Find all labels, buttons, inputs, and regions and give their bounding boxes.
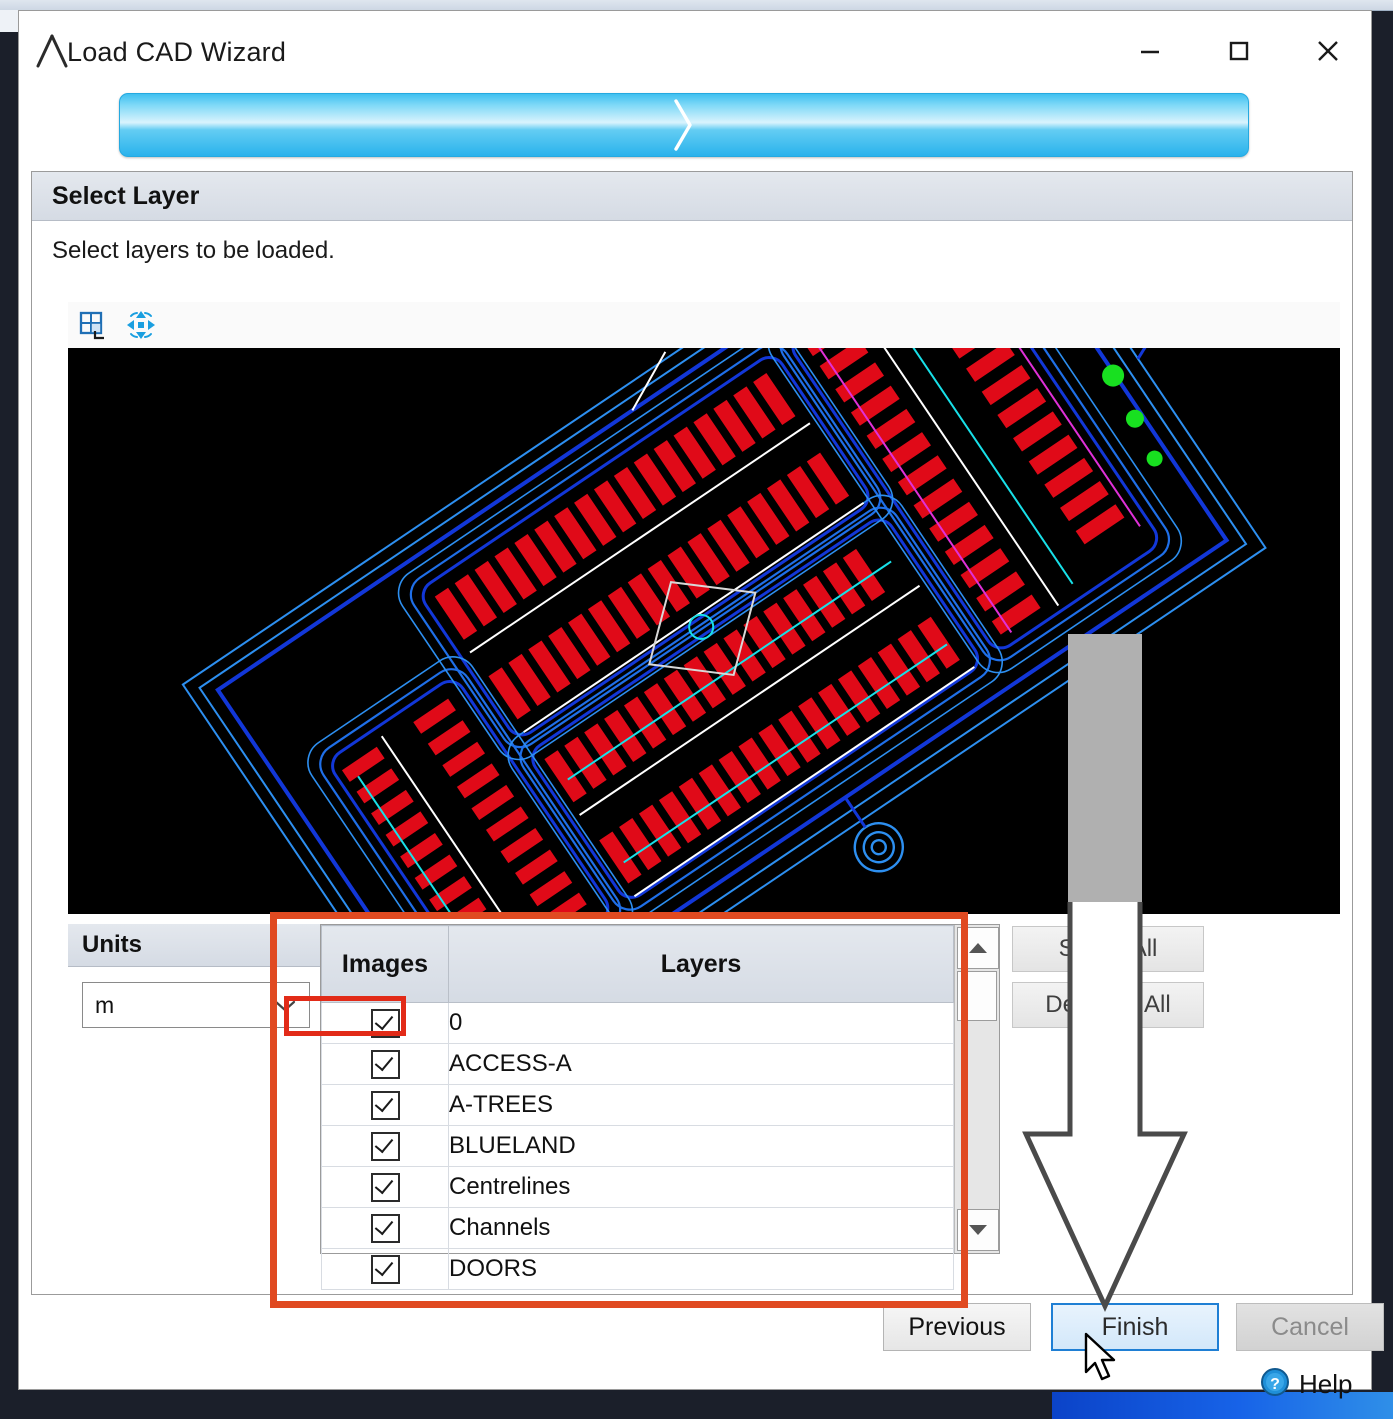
desktop-left-strip <box>0 10 18 32</box>
checkbox-checked-icon[interactable] <box>370 1008 400 1038</box>
layer-name-cell: BLUELAND <box>448 1125 954 1167</box>
help-link[interactable]: ? Help <box>1259 1366 1352 1403</box>
previous-button[interactable]: Previous <box>883 1303 1031 1351</box>
scroll-up-arrow-icon[interactable] <box>957 927 999 969</box>
checkbox-checked-icon[interactable] <box>370 1213 400 1243</box>
footer-button-bar: Previous Finish Cancel <box>31 1299 1384 1361</box>
selection-buttons: Select All Deselect All <box>1012 926 1204 1038</box>
scrollbar-thumb[interactable] <box>957 971 997 1021</box>
checkbox-checked-icon[interactable] <box>370 1172 400 1202</box>
finish-button[interactable]: Finish <box>1051 1303 1219 1351</box>
svg-text:?: ? <box>1270 1376 1280 1393</box>
layer-checkbox-cell[interactable] <box>321 1002 449 1044</box>
scroll-down-arrow-icon[interactable] <box>957 1209 999 1251</box>
units-select[interactable]: m <box>82 982 310 1028</box>
layer-table-container: Images Layers 0 ACCESS-A A-TREES BLUELAND Ce… <box>320 924 1000 1290</box>
table-row[interactable]: DOORS <box>321 1248 954 1290</box>
table-row[interactable]: Centrelines <box>321 1166 954 1208</box>
layer-name-cell: A-TREES <box>448 1084 954 1126</box>
table-row[interactable]: Channels <box>321 1207 954 1249</box>
layer-checkbox-cell[interactable] <box>321 1043 449 1085</box>
checkbox-checked-icon[interactable] <box>370 1131 400 1161</box>
checkbox-checked-icon[interactable] <box>370 1254 400 1284</box>
layer-checkbox-cell[interactable] <box>321 1084 449 1126</box>
viewer-toolbar <box>68 302 1340 348</box>
units-header: Units <box>68 924 320 967</box>
chevron-down-icon <box>273 992 297 1019</box>
zoom-window-icon[interactable] <box>76 308 110 342</box>
cad-preview-area <box>68 302 1340 914</box>
layer-name-cell: ACCESS-A <box>448 1043 954 1085</box>
table-row[interactable]: A-TREES <box>321 1084 954 1126</box>
layer-table: Images Layers 0 ACCESS-A A-TREES BLUELAND Ce… <box>321 925 954 1290</box>
table-row[interactable]: 0 <box>321 1002 954 1044</box>
column-header-images: Images <box>321 925 449 1003</box>
column-header-layers: Layers <box>448 925 954 1003</box>
table-row[interactable]: BLUELAND <box>321 1125 954 1167</box>
layer-table-scrollbar[interactable] <box>954 925 999 1253</box>
pan-all-icon[interactable] <box>124 308 158 342</box>
help-label: Help <box>1299 1369 1353 1399</box>
load-cad-wizard-window: Load CAD Wizard Select Layer Select laye… <box>18 10 1384 1399</box>
close-icon[interactable] <box>1297 27 1359 75</box>
table-header-row: Images Layers <box>321 925 954 1003</box>
question-mark-icon: ? <box>1259 1366 1291 1403</box>
table-row[interactable]: ACCESS-A <box>321 1043 954 1085</box>
layer-checkbox-cell[interactable] <box>321 1248 449 1290</box>
select-all-button[interactable]: Select All <box>1012 926 1204 972</box>
cad-site-plan-drawing <box>68 348 1340 914</box>
layer-checkbox-cell[interactable] <box>321 1207 449 1249</box>
layer-name-cell: Channels <box>448 1207 954 1249</box>
progress-bar-fill <box>119 93 1249 157</box>
layer-name-cell: 0 <box>448 1002 954 1044</box>
layer-checkbox-cell[interactable] <box>321 1166 449 1208</box>
units-and-layers-panel: Units m Images Layers 0 ACCESS-A A-TREES… <box>68 924 1340 1290</box>
units-selected-value: m <box>95 991 115 1018</box>
autocad-a-icon <box>35 33 69 69</box>
section-title: Select Layer <box>52 181 200 210</box>
chevron-right-separator-icon <box>674 99 692 151</box>
maximize-button[interactable] <box>1208 27 1270 75</box>
section-header: Select Layer <box>32 172 1352 221</box>
layer-checkbox-cell[interactable] <box>321 1125 449 1167</box>
title-bar: Load CAD Wizard <box>19 11 1371 89</box>
minimize-button[interactable] <box>1119 27 1181 75</box>
cad-drawing-canvas[interactable] <box>68 348 1340 914</box>
checkbox-checked-icon[interactable] <box>370 1090 400 1120</box>
section-subtitle: Select layers to be loaded. <box>52 237 335 264</box>
units-label: Units <box>82 931 142 958</box>
cancel-button: Cancel <box>1236 1303 1384 1351</box>
deselect-all-button[interactable]: Deselect All <box>1012 982 1204 1028</box>
layer-name-cell: DOORS <box>448 1248 954 1290</box>
content-panel: Select Layer Select layers to be loaded. <box>31 171 1353 1295</box>
checkbox-checked-icon[interactable] <box>370 1049 400 1079</box>
wizard-progress-bar <box>119 93 1249 157</box>
layer-name-cell: Centrelines <box>448 1166 954 1208</box>
page-title: Load CAD Wizard <box>67 37 287 67</box>
